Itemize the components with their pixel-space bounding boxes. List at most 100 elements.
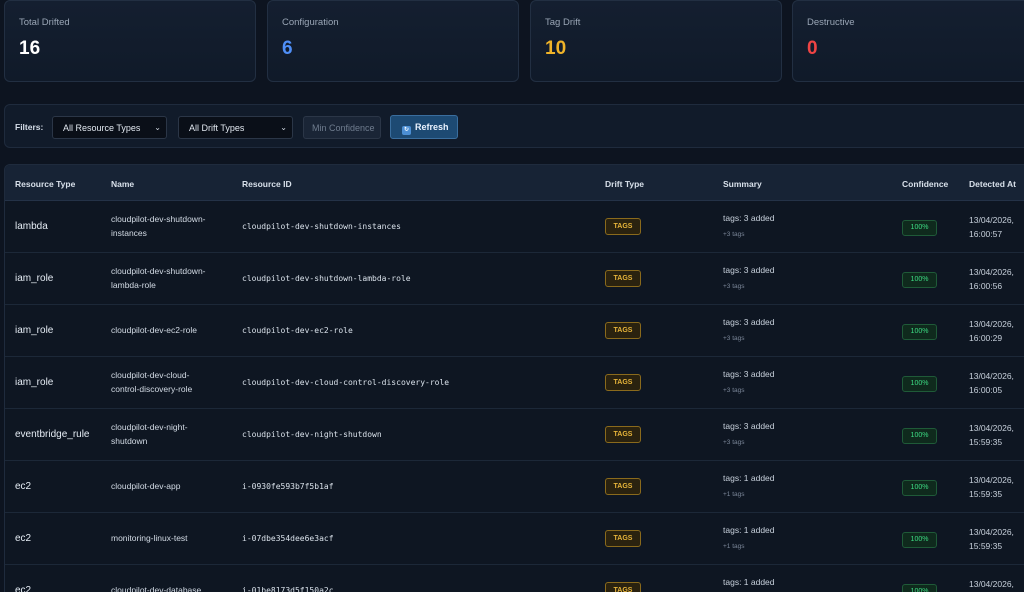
resource-name-line: monitoring-linux-test xyxy=(111,533,188,543)
detected-date: 13/04/2026, xyxy=(969,215,1014,225)
detected-at: 13/04/2026, 15:59:35 xyxy=(969,421,1014,449)
resource-name-line: cloudpilot-dev-shutdown- xyxy=(111,266,206,276)
table-row[interactable]: iam_role cloudpilot-dev-shutdown-lambda-… xyxy=(5,253,1024,305)
confidence-badge: 100% xyxy=(902,532,937,548)
resource-id: i-07dbe354dee6e3acf xyxy=(242,534,334,543)
resource-name: cloudpilot-dev-shutdown-instances xyxy=(111,212,206,240)
detected-date: 13/04/2026, xyxy=(969,475,1014,485)
refresh-icon: ↻ xyxy=(402,126,411,135)
resource-name-line: control-discovery-role xyxy=(111,384,193,394)
drift-dashboard: Total Drifted 16 Configuration 6 Tag Dri… xyxy=(0,0,1024,592)
resource-name-line: shutdown xyxy=(111,436,148,446)
resource-name: cloudpilot-dev-ec2-role xyxy=(111,323,197,337)
summary-detail: +3 tags xyxy=(723,335,745,342)
header-drift-type[interactable]: Drift Type xyxy=(605,179,644,189)
resource-type: lambda xyxy=(15,221,48,232)
table-row[interactable]: ec2 cloudpilot-dev-database i-01be8173d5… xyxy=(5,565,1024,592)
detected-date: 13/04/2026, xyxy=(969,423,1014,433)
drift-type-value: All Drift Types xyxy=(189,123,245,133)
table-row[interactable]: ec2 monitoring-linux-test i-07dbe354dee6… xyxy=(5,513,1024,565)
resource-name: monitoring-linux-test xyxy=(111,531,188,545)
drift-type-badge: TAGS xyxy=(605,582,641,592)
stat-label: Tag Drift xyxy=(545,17,581,28)
filters-bar: Filters: All Resource Types ⌄ All Drift … xyxy=(4,104,1024,148)
header-detected-at[interactable]: Detected At xyxy=(969,179,1016,189)
chevron-down-icon: ⌄ xyxy=(154,123,161,132)
detected-time: 16:00:05 xyxy=(969,385,1003,395)
min-confidence-input[interactable]: Min Confidence xyxy=(303,116,381,139)
detected-time: 15:59:35 xyxy=(969,437,1003,447)
resource-type-select[interactable]: All Resource Types ⌄ xyxy=(52,116,167,139)
refresh-button[interactable]: ↻ Refresh xyxy=(390,115,458,139)
stats-row: Total Drifted 16 Configuration 6 Tag Dri… xyxy=(4,0,1024,82)
resource-id: i-0930fe593b7f5b1af xyxy=(242,482,334,491)
resource-name-line: cloudpilot-dev-app xyxy=(111,481,181,491)
resource-name-line: cloudpilot-dev-ec2-role xyxy=(111,325,197,335)
table-row[interactable]: ec2 cloudpilot-dev-app i-0930fe593b7f5b1… xyxy=(5,461,1024,513)
stat-card-tag-drift: Tag Drift 10 xyxy=(530,0,782,82)
summary-detail: +3 tags xyxy=(723,283,745,290)
resource-type: eventbridge_rule xyxy=(15,429,90,440)
confidence-badge: 100% xyxy=(902,376,937,392)
detected-time: 15:59:35 xyxy=(969,541,1003,551)
resource-name-line: instances xyxy=(111,228,147,238)
detected-at: 13/04/2026, 15:59:35 xyxy=(969,525,1014,553)
resource-name-line: cloudpilot-dev-night- xyxy=(111,422,188,432)
resource-id: cloudpilot-dev-night-shutdown xyxy=(242,430,382,439)
header-summary[interactable]: Summary xyxy=(723,179,762,189)
detected-date: 13/04/2026, xyxy=(969,319,1014,329)
resource-type: iam_role xyxy=(15,377,54,388)
detected-at: 13/04/2026, xyxy=(969,577,1014,591)
resource-name: cloudpilot-dev-cloud-control-discovery-r… xyxy=(111,368,192,396)
table-row[interactable]: iam_role cloudpilot-dev-ec2-role cloudpi… xyxy=(5,305,1024,357)
resource-name: cloudpilot-dev-night-shutdown xyxy=(111,420,188,448)
resource-name: cloudpilot-dev-database xyxy=(111,583,201,592)
table-header: Resource Type Name Resource ID Drift Typ… xyxy=(5,165,1024,201)
summary-detail: +3 tags xyxy=(723,439,745,446)
detected-date: 13/04/2026, xyxy=(969,267,1014,277)
detected-date: 13/04/2026, xyxy=(969,527,1014,537)
summary: tags: 1 added xyxy=(723,525,775,535)
drift-type-badge: TAGS xyxy=(605,270,641,287)
header-resource-id[interactable]: Resource ID xyxy=(242,179,292,189)
resource-name-line: cloudpilot-dev-shutdown- xyxy=(111,214,206,224)
confidence-badge: 100% xyxy=(902,324,937,340)
resource-type-value: All Resource Types xyxy=(63,123,141,133)
stat-label: Configuration xyxy=(282,17,339,28)
table-row[interactable]: eventbridge_rule cloudpilot-dev-night-sh… xyxy=(5,409,1024,461)
detected-at: 13/04/2026, 15:59:35 xyxy=(969,473,1014,501)
drift-type-select[interactable]: All Drift Types ⌄ xyxy=(178,116,293,139)
summary: tags: 1 added xyxy=(723,473,775,483)
table-row[interactable]: iam_role cloudpilot-dev-cloud-control-di… xyxy=(5,357,1024,409)
header-name[interactable]: Name xyxy=(111,179,134,189)
summary-detail: +1 tags xyxy=(723,543,745,550)
resource-id: cloudpilot-dev-cloud-control-discovery-r… xyxy=(242,378,450,387)
drift-type-badge: TAGS xyxy=(605,426,641,443)
resource-name-line: lambda-role xyxy=(111,280,156,290)
stat-label: Total Drifted xyxy=(19,17,70,28)
resource-name-line: cloudpilot-dev-database xyxy=(111,585,202,592)
resource-id: cloudpilot-dev-shutdown-lambda-role xyxy=(242,274,411,283)
filters-label: Filters: xyxy=(15,122,44,132)
summary: tags: 1 added xyxy=(723,577,775,587)
detected-date: 13/04/2026, xyxy=(969,371,1014,381)
stat-value: 16 xyxy=(19,38,41,59)
detected-time: 16:00:56 xyxy=(969,281,1003,291)
table-row[interactable]: lambda cloudpilot-dev-shutdown-instances… xyxy=(5,201,1024,253)
detected-at: 13/04/2026, 16:00:56 xyxy=(969,265,1014,293)
stat-value: 0 xyxy=(807,38,818,59)
confidence-badge: 100% xyxy=(902,220,937,236)
summary-detail: +3 tags xyxy=(723,231,745,238)
summary: tags: 3 added xyxy=(723,421,775,431)
detected-time: 16:00:57 xyxy=(969,229,1003,239)
summary-detail: +1 tags xyxy=(723,491,745,498)
resource-type: ec2 xyxy=(15,481,32,492)
resource-type: iam_role xyxy=(15,325,54,336)
stat-value: 10 xyxy=(545,38,567,59)
stat-card-configuration: Configuration 6 xyxy=(267,0,519,82)
header-confidence[interactable]: Confidence xyxy=(902,179,948,189)
detected-at: 13/04/2026, 16:00:05 xyxy=(969,369,1014,397)
resource-type: iam_role xyxy=(15,273,54,284)
header-resource-type[interactable]: Resource Type xyxy=(15,179,75,189)
resource-type: ec2 xyxy=(15,533,32,544)
